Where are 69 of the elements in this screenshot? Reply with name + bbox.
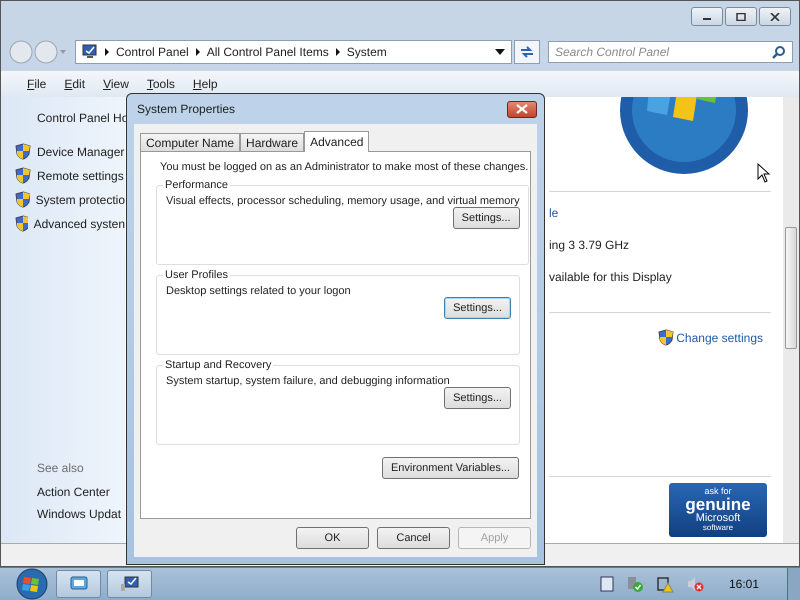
dialog-title: System Properties: [137, 102, 236, 116]
address-bar[interactable]: Control Panel All Control Panel Items System: [75, 40, 512, 64]
shield-icon: [658, 329, 674, 346]
settings-button[interactable]: Settings...: [452, 207, 520, 229]
dialog-button[interactable]: OK: [296, 527, 369, 549]
settings-button[interactable]: Settings...: [444, 387, 511, 409]
group-title: Performance: [164, 179, 229, 191]
minimize-button[interactable]: [691, 7, 723, 26]
chevron-icon: [334, 48, 341, 56]
change-settings-link[interactable]: Change settings: [676, 330, 763, 344]
see-also-link[interactable]: Action Center: [1, 485, 125, 499]
computer-icon: [80, 44, 98, 60]
see-also-link[interactable]: Windows Updat: [1, 507, 125, 521]
shield-icon: [15, 191, 30, 208]
environment-variables-button[interactable]: Environment Variables...: [382, 457, 519, 479]
close-button[interactable]: [759, 7, 791, 26]
group-description: Visual effects, processor scheduling, memory usage, and virtual memory: [166, 195, 520, 207]
dropdown-icon[interactable]: [495, 49, 505, 55]
computer-icon: [120, 575, 140, 593]
taskbar-app-button[interactable]: [107, 570, 152, 598]
close-button[interactable]: [507, 100, 537, 118]
info-link[interactable]: le: [549, 206, 771, 228]
admin-notice: You must be logged on as an Administrator to make most of these changes.: [159, 160, 528, 175]
maximize-button[interactable]: [725, 7, 757, 26]
group-title: User Profiles: [164, 269, 229, 281]
task-link[interactable]: Device Manager: [37, 144, 124, 158]
dialog-button[interactable]: Cancel: [377, 527, 450, 549]
task-link[interactable]: Remote settings: [37, 168, 124, 182]
tab[interactable]: Advanced: [304, 131, 370, 152]
speaker-muted-icon[interactable]: [686, 575, 704, 593]
menu-item[interactable]: View: [103, 77, 129, 91]
tab[interactable]: Hardware: [240, 133, 304, 151]
task-link[interactable]: System protectio: [36, 192, 125, 206]
chevron-icon: [104, 48, 110, 56]
group-description: Desktop settings related to your logon: [166, 285, 352, 297]
shield-icon: [15, 143, 31, 160]
close-icon: [516, 104, 528, 114]
taskbar-app-button[interactable]: [56, 570, 101, 598]
refresh-button[interactable]: [514, 40, 540, 64]
tab[interactable]: Computer Name: [140, 133, 240, 151]
settings-button[interactable]: Settings...: [444, 297, 511, 319]
group-description: System startup, system failure, and debugging information: [166, 375, 451, 387]
network-warning-icon[interactable]: [656, 575, 674, 593]
breadcrumb-item[interactable]: Control Panel: [116, 45, 189, 59]
search-icon[interactable]: [772, 45, 786, 59]
menu-item[interactable]: File: [27, 77, 46, 91]
maximize-icon: [736, 12, 746, 20]
genuine-microsoft-logo: ask for genuine Microsoft software: [669, 483, 767, 537]
menu-item[interactable]: Edit: [64, 77, 86, 91]
menu-item[interactable]: Help: [192, 77, 218, 91]
see-also-heading: See also: [36, 461, 85, 475]
search-field[interactable]: Search Control Panel: [548, 41, 793, 63]
close-icon: [770, 12, 780, 20]
shield-icon: [15, 167, 31, 184]
breadcrumb-item[interactable]: System: [346, 45, 387, 59]
task-link[interactable]: Advanced systen: [34, 216, 125, 230]
info-text: ing 3 3.79 GHz: [549, 238, 630, 254]
refresh-icon: [519, 45, 535, 59]
mouse-cursor-icon: [757, 163, 771, 183]
shield-icon: [15, 215, 28, 232]
chevron-icon: [194, 48, 201, 56]
menu-item[interactable]: Tools: [146, 77, 175, 91]
device-check-icon[interactable]: [626, 575, 644, 593]
scrollbar[interactable]: [783, 97, 799, 543]
document-icon[interactable]: [600, 576, 614, 592]
group-title: Startup and Recovery: [164, 359, 272, 371]
clock[interactable]: 16:01: [728, 577, 759, 591]
info-text: vailable for this Display: [549, 270, 673, 286]
breadcrumb-item[interactable]: All Control Panel Items: [206, 45, 329, 59]
